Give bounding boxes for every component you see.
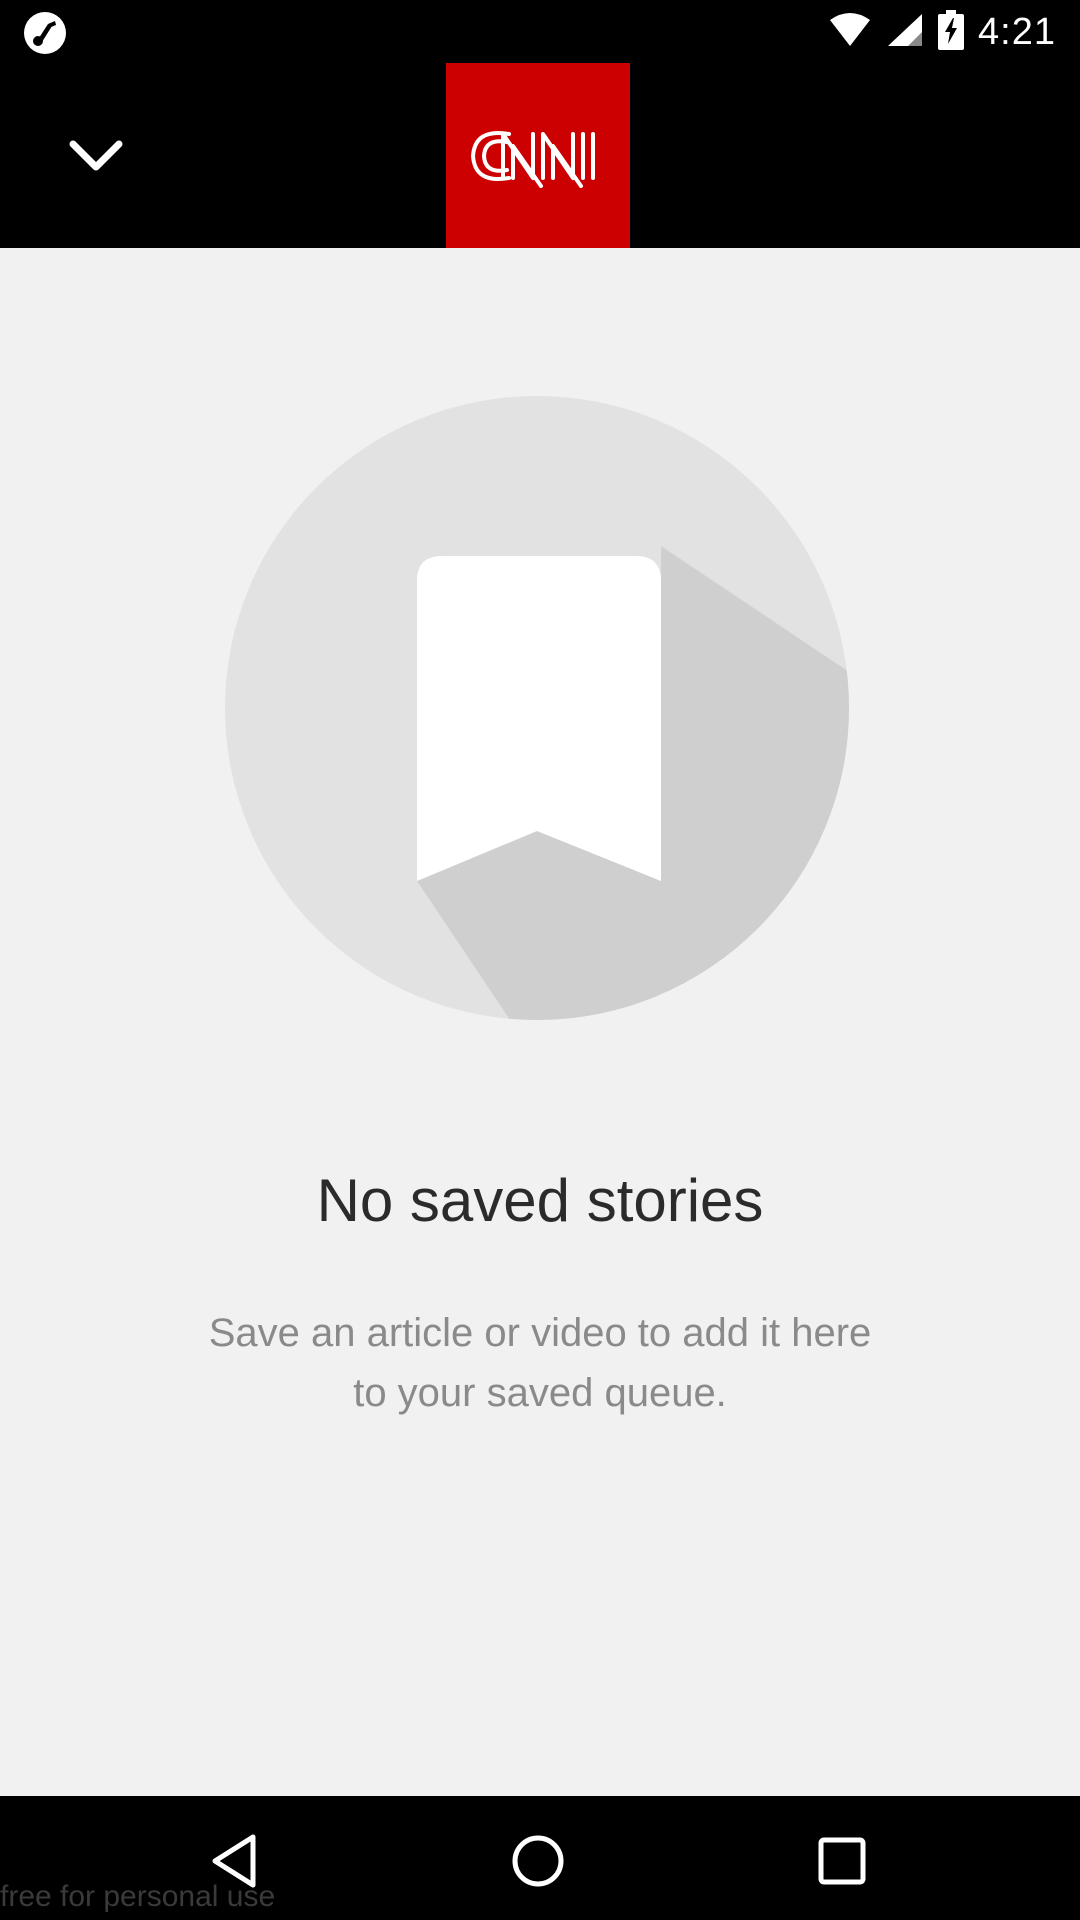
nav-recents-button[interactable] xyxy=(797,1818,887,1908)
cnn-logo-mark xyxy=(471,130,595,188)
screen: 4:21 No saved stories Save an article or… xyxy=(0,0,1080,1920)
saved-stories-panel: No saved stories Save an article or vide… xyxy=(0,248,1080,1796)
bookmark-icon xyxy=(225,396,849,1020)
status-time: 4:21 xyxy=(978,10,1056,53)
app-bar xyxy=(0,63,1080,248)
empty-state-description: Save an article or video to add it here … xyxy=(208,1311,872,1415)
watermark-text: free for personal use xyxy=(0,1880,276,1913)
cnn-logo[interactable] xyxy=(446,63,630,248)
bookmark-illustration xyxy=(225,396,850,1021)
home-circle-icon xyxy=(510,1833,566,1894)
chevron-down-icon xyxy=(67,138,125,179)
music-note-circle-icon xyxy=(22,10,68,56)
recents-square-icon xyxy=(817,1836,867,1891)
collapse-button[interactable] xyxy=(56,118,136,198)
status-icons: 4:21 xyxy=(828,8,1056,56)
battery-charging-icon xyxy=(938,9,965,55)
status-bar: 4:21 xyxy=(0,0,1080,63)
empty-state-title: No saved stories xyxy=(316,1167,764,1234)
wifi-icon xyxy=(828,12,872,53)
cell-signal-icon xyxy=(886,12,924,53)
nav-home-button[interactable] xyxy=(493,1818,583,1908)
